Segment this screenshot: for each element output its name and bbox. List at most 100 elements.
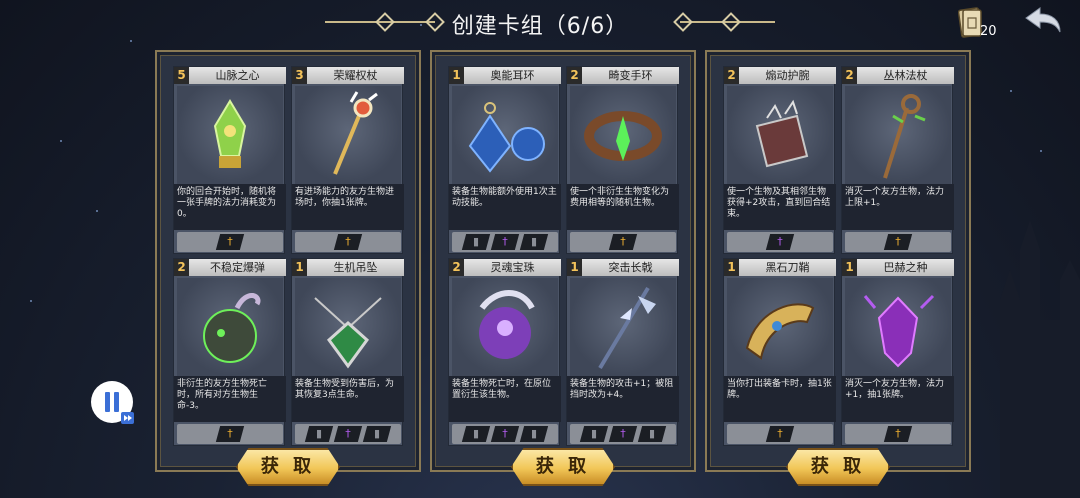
card-description: 使一个非衍生生物变化为费用相等的随机生物。 <box>567 184 679 230</box>
card-footer: † <box>570 232 676 252</box>
card-description: 装备生物受到伤害后，为其恢复3点生命。 <box>292 376 404 422</box>
deck-count: 20 <box>980 24 997 39</box>
card-cost: 2 <box>724 67 739 84</box>
card-cost: 2 <box>567 67 582 84</box>
card-header: 2 畸变手环 <box>567 67 679 84</box>
equipment-card[interactable]: 2 煽动护腕 使一个生物及其相邻生物获得+2攻击，直到回合结束。 † <box>723 66 836 254</box>
equipment-card[interactable]: 3 荣耀权杖 有进场能力的友方生物进场时，你抽1张牌。 † <box>291 66 404 254</box>
card-header: 5 山脉之心 <box>174 67 286 84</box>
seed-icon <box>845 278 951 376</box>
card-footer: † <box>295 232 401 252</box>
scepter-icon <box>295 86 401 184</box>
card-name: 灵魂宝珠 <box>490 261 535 274</box>
equip-slot: † <box>490 426 520 442</box>
equip-slot: † <box>608 426 638 442</box>
equip-slot: ▮ <box>461 234 491 250</box>
card-name: 山脉之心 <box>215 69 260 82</box>
equipment-card[interactable]: 2 畸变手环 使一个非衍生生物变化为费用相等的随机生物。 † <box>566 66 679 254</box>
card-description: 非衍生的友方生物死亡时，所有对方生物生命-3。 <box>174 376 286 422</box>
dagger-icon: † <box>777 235 783 248</box>
equip-slot: † <box>608 234 638 250</box>
card-footer: ▮ † ▮ <box>295 424 401 444</box>
card-cost: 2 <box>449 259 464 276</box>
equip-slot: † <box>215 234 245 250</box>
equip-slot: † <box>333 234 363 250</box>
helmet-icon: ▮ <box>472 235 480 248</box>
equipment-card[interactable]: 1 生机吊坠 装备生物受到伤害后，为其恢复3点生命。 ▮ † ▮ <box>291 258 404 446</box>
pause-button[interactable] <box>90 380 136 426</box>
card-cost: 1 <box>724 259 739 276</box>
card-cost: 1 <box>449 67 464 84</box>
castle-silhouette <box>1000 220 1080 498</box>
dagger-icon: † <box>227 235 233 248</box>
equip-slot: † <box>765 234 795 250</box>
card-header: 1 黑石刀鞘 <box>724 259 836 276</box>
equipment-card[interactable]: 5 山脉之心 你的回合开始时，随机将一张手牌的法力消耗变为0。 † <box>173 66 286 254</box>
card-cost: 2 <box>842 67 857 84</box>
card-footer: ▮ † ▮ <box>452 232 558 252</box>
bracer-icon <box>727 86 833 184</box>
equip-slot: ▮ <box>519 426 549 442</box>
card-cost: 5 <box>174 67 189 84</box>
card-name: 丛林法杖 <box>883 69 928 82</box>
dagger-icon: † <box>502 427 508 440</box>
equip-slot: † <box>215 426 245 442</box>
dagger-icon: † <box>895 235 901 248</box>
card-footer: † <box>727 232 833 252</box>
card-name: 不稳定爆弹 <box>210 261 265 274</box>
deck-option-panel: 1 奥能耳环 装备生物能额外使用1次主动技能。 ▮ † ▮ 2 畸变手环 使一个… <box>430 50 696 472</box>
horn-icon <box>727 278 833 376</box>
dagger-icon: † <box>227 427 233 440</box>
card-description: 使一个生物及其相邻生物获得+2攻击，直到回合结束。 <box>724 184 836 230</box>
card-cost: 2 <box>174 259 189 276</box>
card-header: 1 巴赫之种 <box>842 259 954 276</box>
equipment-card[interactable]: 1 黑石刀鞘 当你打出装备卡时，抽1张牌。 † <box>723 258 836 446</box>
bracelet-icon <box>570 86 676 184</box>
equipment-card[interactable]: 1 巴赫之种 消灭一个友方生物，法力+1，抽1张牌。 † <box>841 258 954 446</box>
card-footer: † <box>845 424 951 444</box>
equipment-card[interactable]: 2 不稳定爆弹 非衍生的友方生物死亡时，所有对方生物生命-3。 † <box>173 258 286 446</box>
card-header: 2 煽动护腕 <box>724 67 836 84</box>
equipment-card[interactable]: 2 灵魂宝珠 装备生物死亡时，在原位置衍生该生物。 ▮ † ▮ <box>448 258 561 446</box>
card-header: 1 突击长戟 <box>567 259 679 276</box>
card-description: 装备生物能额外使用1次主动技能。 <box>449 184 561 230</box>
obtain-button[interactable]: 获 取 <box>511 448 615 486</box>
helmet-icon: ▮ <box>530 235 538 248</box>
halberd-icon <box>570 278 676 376</box>
equipment-card[interactable]: 1 奥能耳环 装备生物能额外使用1次主动技能。 ▮ † ▮ <box>448 66 561 254</box>
obtain-button[interactable]: 获 取 <box>786 448 890 486</box>
dagger-icon: † <box>620 235 626 248</box>
helmet-icon: ▮ <box>472 427 480 440</box>
equip-slot: † <box>883 234 913 250</box>
equip-slot: ▮ <box>637 426 667 442</box>
equipment-card[interactable]: 2 丛林法杖 消灭一个友方生物，法力上限+1。 † <box>841 66 954 254</box>
card-name: 黑石刀鞘 <box>765 261 810 274</box>
card-name: 畸变手环 <box>608 69 653 82</box>
helmet-icon: ▮ <box>530 427 538 440</box>
card-description: 消灭一个友方生物，法力上限+1。 <box>842 184 954 230</box>
card-header: 2 不稳定爆弹 <box>174 259 286 276</box>
deck-option-panel: 5 山脉之心 你的回合开始时，随机将一张手牌的法力消耗变为0。 † 3 荣耀权杖… <box>155 50 421 472</box>
helmet-icon: ▮ <box>373 427 381 440</box>
equip-slot: † <box>883 426 913 442</box>
card-header: 1 奥能耳环 <box>449 67 561 84</box>
deck-option-panel: 2 煽动护腕 使一个生物及其相邻生物获得+2攻击，直到回合结束。 † 2 丛林法… <box>705 50 971 472</box>
card-name: 煽动护腕 <box>765 69 810 82</box>
page-title: 创建卡组（6/6） <box>451 14 629 39</box>
staff-icon <box>845 86 951 184</box>
equipment-card[interactable]: 1 突击长戟 装备生物的攻击+1；被阻挡时改为+4。 ▮ † ▮ <box>566 258 679 446</box>
card-cost: 1 <box>842 259 857 276</box>
back-arrow-icon[interactable] <box>1022 4 1064 38</box>
obtain-button[interactable]: 获 取 <box>236 448 340 486</box>
equip-slot: ▮ <box>519 234 549 250</box>
soul-orb-icon <box>452 278 558 376</box>
card-header: 3 荣耀权杖 <box>292 67 404 84</box>
equip-slot: ▮ <box>461 426 491 442</box>
equip-slot: † <box>490 234 520 250</box>
dagger-icon: † <box>345 235 351 248</box>
card-footer: ▮ † ▮ <box>570 424 676 444</box>
header-bar: 创建卡组（6/6） 20 <box>0 0 1080 44</box>
card-description: 当你打出装备卡时，抽1张牌。 <box>724 376 836 422</box>
card-cost: 3 <box>292 67 307 84</box>
pendant-icon <box>295 278 401 376</box>
